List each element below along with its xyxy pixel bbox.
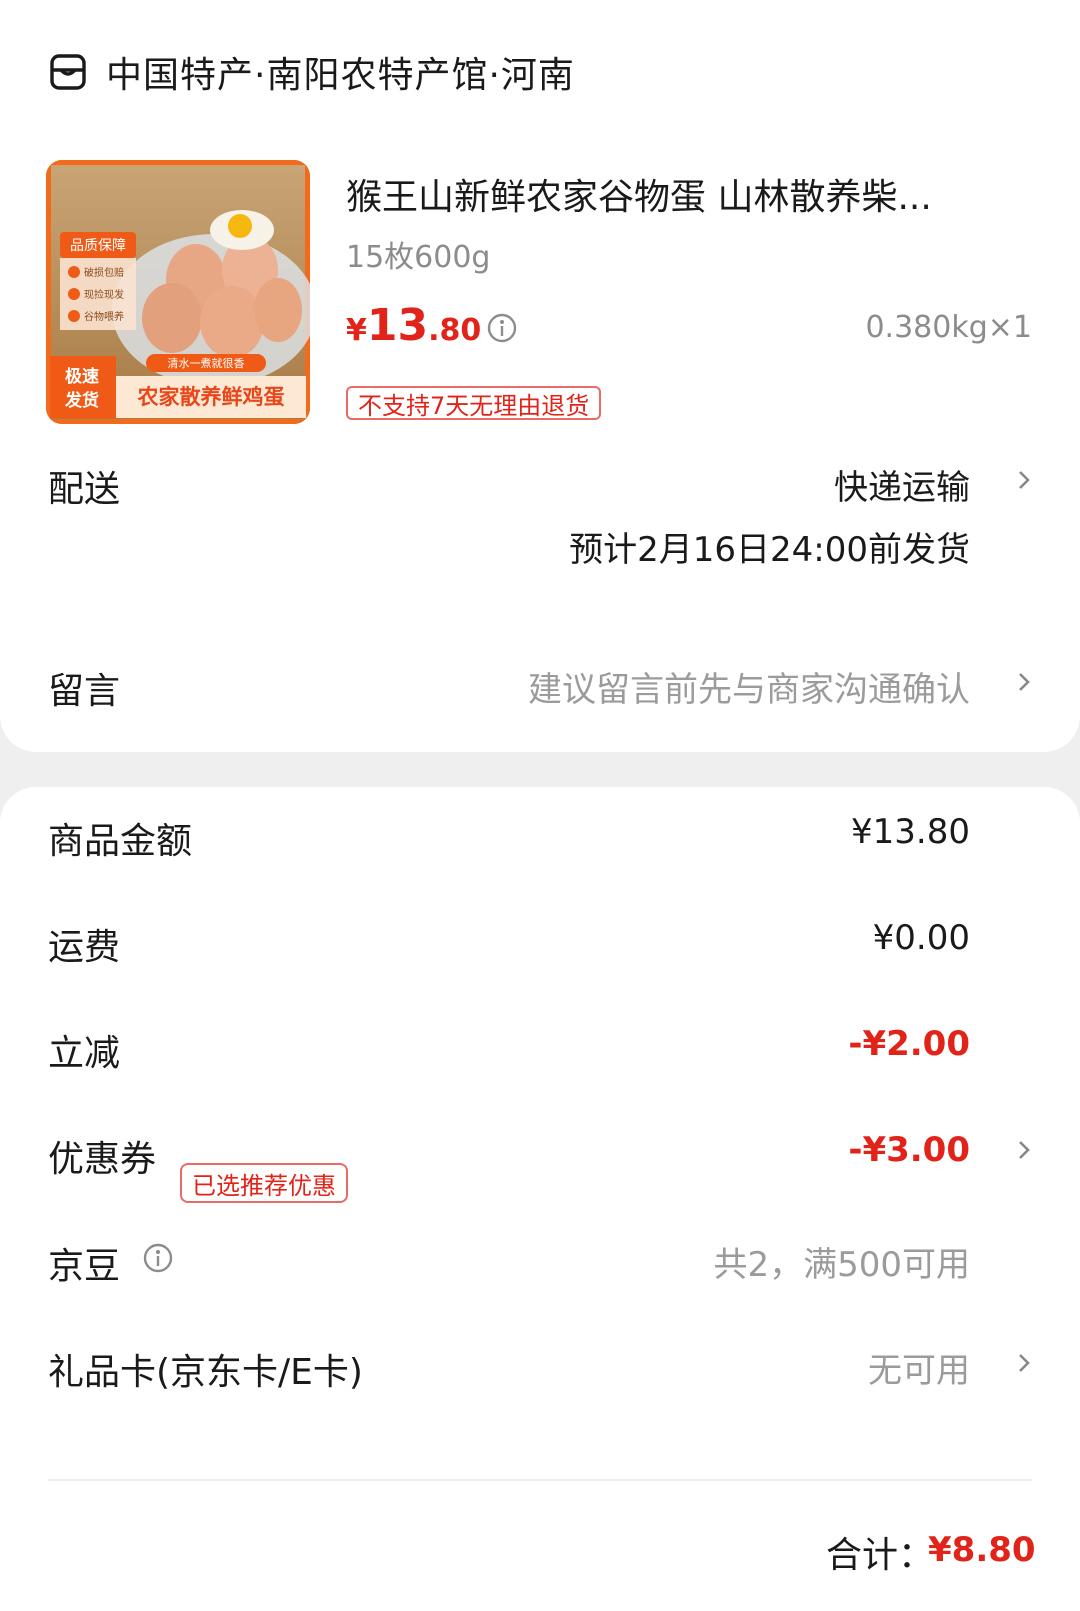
coupon-selected-badge: 已选推荐优惠	[180, 1163, 348, 1203]
delivery-method[interactable]: 快递运输	[834, 460, 970, 509]
price-integer: 13	[366, 300, 429, 351]
goods-amount-value: ¥13.80	[851, 812, 970, 852]
total-value: ¥8.80	[928, 1530, 1036, 1570]
quality-badge-text: 品质保障	[70, 238, 126, 254]
info-icon[interactable]	[486, 312, 518, 344]
product-title[interactable]: 猴王山新鲜农家谷物蛋 山林散养柴...	[346, 168, 1016, 220]
store-name: 中国特产·南阳农特产馆·河南	[106, 55, 575, 96]
water-text: 清水一煮就很香	[168, 356, 245, 370]
store-icon	[50, 54, 86, 90]
order-store-card: 中国特产·南阳农特产馆·河南 品质保障 破损包赔 现捡现发 谷物喂养 清水一煮就…	[0, 0, 1080, 752]
feature-text-3: 谷物喂养	[84, 310, 124, 323]
coupon-label: 优惠券	[48, 1139, 157, 1180]
info-icon[interactable]	[142, 1242, 174, 1274]
product-image[interactable]: 品质保障 破损包赔 现捡现发 谷物喂养 清水一煮就很香 极速 发货 农家散养鲜鸡…	[46, 160, 310, 424]
total-label: 合计：	[826, 1535, 935, 1576]
product-price: ¥ 13 .80	[346, 300, 481, 351]
chevron-right-icon[interactable]	[1014, 1345, 1036, 1381]
discount-label: 立减	[48, 1033, 121, 1074]
message-input[interactable]: 建议留言前先与商家沟通确认	[528, 662, 970, 711]
discount-value: -¥2.00	[848, 1024, 970, 1064]
shipping-label: 运费	[48, 927, 121, 968]
goods-amount-label: 商品金额	[48, 821, 193, 862]
chevron-right-icon[interactable]	[1014, 1132, 1036, 1168]
jingdou-label: 京豆	[48, 1246, 121, 1287]
feature-text-1: 破损包赔	[84, 266, 124, 279]
speed-badge-line2: 发货	[64, 390, 99, 411]
giftcard-label: 礼品卡(京东卡/E卡)	[48, 1352, 363, 1393]
speed-badge-line1: 极速	[65, 366, 99, 387]
store-header[interactable]: 中国特产·南阳农特产馆·河南	[48, 44, 575, 100]
no-return-tag: 不支持7天无理由退货	[346, 386, 602, 420]
giftcard-value[interactable]: 无可用	[868, 1343, 970, 1392]
coupon-value[interactable]: -¥3.00	[848, 1130, 970, 1170]
feature-text-2: 现捡现发	[84, 288, 124, 301]
jingdou-value: 共2，满500可用	[713, 1245, 970, 1285]
chevron-right-icon[interactable]	[1014, 664, 1036, 700]
delivery-label: 配送	[48, 469, 121, 510]
weight-quantity: 0.380kg×1	[865, 310, 1032, 345]
egg-product-illustration: 品质保障 破损包赔 现捡现发 谷物喂养 清水一煮就很香 极速 发货 农家散养鲜鸡…	[46, 160, 310, 424]
price-summary-card	[0, 787, 1080, 1611]
price-decimal: .80	[428, 313, 482, 348]
banner-text: 农家散养鲜鸡蛋	[137, 385, 285, 409]
message-label: 留言	[48, 671, 121, 712]
chevron-right-icon[interactable]	[1014, 462, 1036, 498]
divider	[48, 1479, 1032, 1481]
delivery-estimate: 预计2月16日24:00前发货	[569, 530, 970, 570]
price-symbol: ¥	[346, 313, 367, 348]
shipping-value: ¥0.00	[872, 918, 970, 958]
product-spec: 15枚600g	[346, 240, 491, 275]
